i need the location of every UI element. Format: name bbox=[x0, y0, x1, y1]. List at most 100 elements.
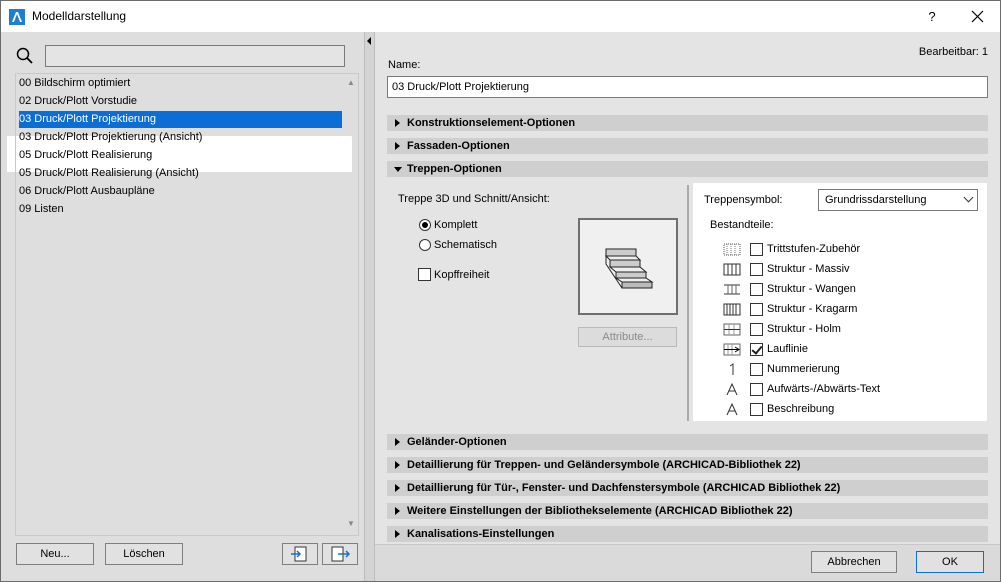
list-item[interactable]: 05 Druck/Plott Realisierung (Ansicht) bbox=[19, 165, 342, 182]
archicad-app-icon bbox=[9, 9, 25, 25]
component-label: Aufwärts-/Abwärts-Text bbox=[767, 383, 881, 395]
section-label: Detaillierung für Tür-, Fenster- und Dac… bbox=[407, 482, 841, 494]
ok-button[interactable]: OK bbox=[916, 551, 984, 573]
stair-symbol-select[interactable]: Grundrissdarstellung bbox=[818, 189, 978, 211]
list-item-selected[interactable]: 03 Druck/Plott Projektierung bbox=[19, 111, 342, 128]
settings-pane: Bearbeitbar: 1 Name: 03 Druck/Plott Proj… bbox=[375, 32, 1000, 581]
component-checkbox-walking-line[interactable] bbox=[750, 343, 763, 356]
section-door-window-symbols[interactable]: Detaillierung für Tür-, Fenster- und Dac… bbox=[387, 480, 988, 496]
component-label: Lauflinie bbox=[767, 343, 808, 355]
close-icon bbox=[971, 10, 984, 23]
section-label: Geländer-Optionen bbox=[407, 436, 507, 448]
section-facade-options[interactable]: Fassaden-Optionen bbox=[387, 138, 988, 154]
preset-list[interactable]: 00 Bildschirm optimiert 02 Druck/Plott V… bbox=[15, 73, 359, 536]
stair-symbol-value: Grundrissdarstellung bbox=[825, 194, 927, 206]
section-label: Fassaden-Optionen bbox=[407, 140, 510, 152]
headroom-checkbox[interactable] bbox=[418, 268, 431, 281]
section-stair-railing-symbols[interactable]: Detaillierung für Treppen- und Geländers… bbox=[387, 457, 988, 473]
component-checkbox-tread-accessories[interactable] bbox=[750, 243, 763, 256]
component-label: Trittstufen-Zubehör bbox=[767, 243, 861, 255]
structure-stringers-icon bbox=[724, 284, 740, 295]
component-label: Struktur - Massiv bbox=[767, 263, 850, 275]
section-sewer-settings[interactable]: Kanalisations-Einstellungen bbox=[387, 526, 988, 542]
component-label: Struktur - Wangen bbox=[767, 283, 856, 295]
component-checkbox-numbering[interactable] bbox=[750, 363, 763, 376]
export-button[interactable] bbox=[322, 543, 358, 565]
component-label: Struktur - Kragarm bbox=[767, 303, 858, 315]
expand-arrow-icon bbox=[395, 507, 400, 515]
headroom-label: Kopffreiheit bbox=[434, 269, 490, 281]
dialog-window: Modelldarstellung ? 00 Bildschirm optimi… bbox=[0, 0, 1001, 582]
stair-preview bbox=[578, 218, 678, 315]
window-title: Modelldarstellung bbox=[32, 9, 127, 23]
section-label: Treppen-Optionen bbox=[407, 163, 502, 175]
radio-schematic[interactable] bbox=[419, 239, 431, 251]
expand-arrow-icon bbox=[395, 530, 400, 538]
preset-list-pane: 00 Bildschirm optimiert 02 Druck/Plott V… bbox=[1, 32, 364, 581]
scroll-down-arrow-icon[interactable]: ▼ bbox=[344, 519, 358, 531]
collapse-arrow-icon[interactable] bbox=[367, 37, 371, 45]
expand-arrow-icon bbox=[395, 142, 400, 150]
expand-arrow-icon bbox=[395, 461, 400, 469]
expand-arrow-icon bbox=[395, 438, 400, 446]
section-label: Konstruktionselement-Optionen bbox=[407, 117, 576, 129]
structure-beam-icon bbox=[723, 323, 741, 336]
search-input[interactable] bbox=[45, 45, 345, 67]
component-label: Nummerierung bbox=[767, 363, 840, 375]
scroll-up-arrow-icon[interactable]: ▲ bbox=[344, 78, 358, 90]
export-icon bbox=[331, 546, 351, 562]
name-field[interactable]: 03 Druck/Plott Projektierung bbox=[387, 76, 988, 98]
tread-accessories-icon bbox=[723, 243, 741, 256]
section-label: Detaillierung für Treppen- und Geländers… bbox=[407, 459, 801, 471]
pane-splitter[interactable] bbox=[364, 32, 375, 581]
stair-preview-icon bbox=[604, 248, 654, 289]
component-checkbox-up-down-text[interactable] bbox=[750, 383, 763, 396]
expand-arrow-icon bbox=[395, 119, 400, 127]
list-item[interactable]: 03 Druck/Plott Projektierung (Ansicht) bbox=[19, 129, 342, 146]
cancel-button[interactable]: Abbrechen bbox=[811, 551, 897, 573]
list-item[interactable]: 06 Druck/Plott Ausbaupläne bbox=[19, 183, 342, 200]
new-button[interactable]: Neu... bbox=[16, 543, 94, 565]
expand-arrow-icon bbox=[395, 484, 400, 492]
list-item[interactable]: 09 Listen bbox=[19, 201, 342, 218]
walking-line-icon bbox=[723, 343, 741, 356]
components-label: Bestandteile: bbox=[710, 219, 774, 231]
up-down-text-icon bbox=[726, 383, 738, 396]
search-icon bbox=[16, 47, 33, 64]
list-item[interactable]: 00 Bildschirm optimiert bbox=[19, 75, 342, 92]
list-item[interactable]: 05 Druck/Plott Realisierung bbox=[19, 147, 342, 164]
section-library-settings[interactable]: Weitere Einstellungen der Bibliotheksele… bbox=[387, 503, 988, 519]
collapse-arrow-icon bbox=[394, 167, 402, 172]
component-checkbox-description[interactable] bbox=[750, 403, 763, 416]
component-label: Struktur - Holm bbox=[767, 323, 841, 335]
title-bar: Modelldarstellung ? bbox=[1, 1, 1000, 32]
component-label: Beschreibung bbox=[767, 403, 835, 415]
stair-symbol-label: Treppensymbol: bbox=[704, 194, 783, 206]
component-checkbox-structure-beam[interactable] bbox=[750, 323, 763, 336]
help-button[interactable]: ? bbox=[912, 1, 952, 32]
component-checkbox-structure-solid[interactable] bbox=[750, 263, 763, 276]
description-icon bbox=[726, 403, 738, 416]
name-label: Name: bbox=[388, 59, 421, 71]
list-item[interactable]: 02 Druck/Plott Vorstudie bbox=[19, 93, 342, 110]
section-railing-options[interactable]: Geländer-Optionen bbox=[387, 434, 988, 450]
vertical-divider bbox=[687, 185, 689, 421]
stair-3d-section-label: Treppe 3D und Schnitt/Ansicht: bbox=[398, 193, 550, 205]
close-button[interactable] bbox=[956, 1, 1000, 32]
editable-count: Bearbeitbar: 1 bbox=[918, 46, 988, 58]
stair-symbol-panel: Treppensymbol: Grundrissdarstellung Best… bbox=[693, 183, 987, 421]
section-stair-options[interactable]: Treppen-Optionen bbox=[387, 161, 988, 177]
section-construction-options[interactable]: Konstruktionselement-Optionen bbox=[387, 115, 988, 131]
delete-button[interactable]: Löschen bbox=[105, 543, 183, 565]
structure-solid-icon bbox=[723, 263, 741, 276]
structure-cantilever-icon bbox=[723, 303, 741, 316]
section-label: Weitere Einstellungen der Bibliotheksele… bbox=[407, 505, 793, 517]
component-checkbox-structure-stringers[interactable] bbox=[750, 283, 763, 296]
component-checkbox-structure-cantilever[interactable] bbox=[750, 303, 763, 316]
import-icon bbox=[291, 546, 307, 562]
numbering-icon bbox=[729, 363, 734, 375]
radio-complete-label: Komplett bbox=[434, 219, 478, 231]
import-button[interactable] bbox=[282, 543, 318, 565]
attributes-button: Attribute... bbox=[578, 327, 677, 347]
radio-complete[interactable] bbox=[419, 219, 431, 231]
